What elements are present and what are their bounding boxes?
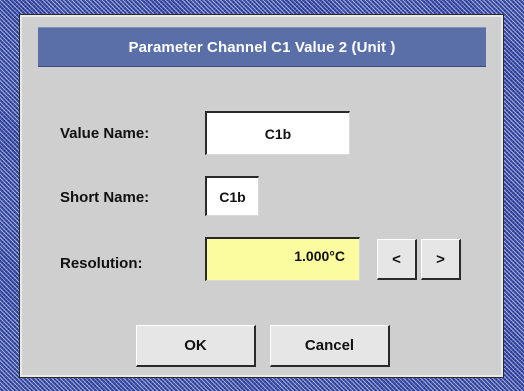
- value-name-label: Value Name:: [60, 125, 150, 142]
- short-name-field[interactable]: C1b: [205, 176, 259, 216]
- dialog-title-bar: Parameter Channel C1 Value 2 (Unit ): [38, 27, 486, 67]
- short-name-label: Short Name:: [60, 189, 150, 206]
- parameter-dialog: Parameter Channel C1 Value 2 (Unit ) Val…: [19, 14, 504, 378]
- cancel-button[interactable]: Cancel: [270, 325, 390, 367]
- resolution-increase-button[interactable]: >: [421, 239, 461, 280]
- resolution-label: Resolution:: [60, 255, 143, 272]
- dialog-title: Parameter Channel C1 Value 2 (Unit ): [128, 38, 396, 56]
- resolution-decrease-button[interactable]: <: [377, 239, 417, 280]
- resolution-field[interactable]: 1.000°C: [205, 237, 360, 281]
- ok-button[interactable]: OK: [136, 325, 256, 367]
- value-name-field[interactable]: C1b: [205, 111, 350, 155]
